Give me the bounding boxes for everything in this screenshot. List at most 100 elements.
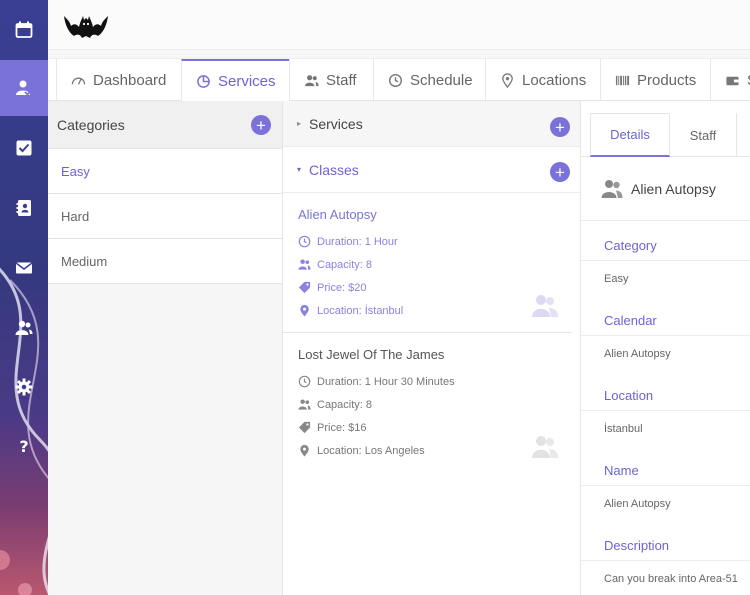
service-location: Location: Los Angeles	[298, 439, 557, 462]
tab-staff-label: Staff	[326, 72, 357, 89]
sidebar-item-calendar[interactable]	[0, 2, 48, 58]
service-price-text: Price: $16	[317, 421, 367, 434]
tab-dashboard[interactable]: Dashboard	[56, 59, 181, 102]
tab-details-label: Details	[610, 127, 650, 142]
add-class-button[interactable]: +	[550, 162, 570, 182]
service-title: Lost Jewel Of The James	[298, 347, 445, 362]
tab-staff[interactable]: Staff	[289, 59, 373, 102]
bat-logo-icon	[64, 16, 108, 38]
gauge-icon	[71, 77, 86, 85]
categories-title: Categories	[57, 116, 125, 133]
category-item[interactable]: Hard	[48, 194, 282, 239]
category-item[interactable]: Medium	[48, 239, 282, 284]
service-capacity: Capacity: 8	[298, 393, 557, 416]
service-card[interactable]: Alien Autopsy Duration: 1 Hour Capacity:…	[283, 193, 572, 333]
tab-services-label: Services	[218, 73, 276, 90]
sidebar: ?	[0, 0, 48, 595]
pin-icon	[502, 73, 513, 88]
tag-icon	[298, 421, 311, 434]
tab-locations[interactable]: Locations	[485, 59, 600, 102]
details-title: Alien Autopsy	[631, 180, 716, 197]
clock-icon	[388, 73, 403, 88]
service-duration-text: Duration: 1 Hour	[317, 235, 398, 248]
group-classes-label: Classes	[309, 161, 359, 178]
user-check-icon	[16, 80, 33, 96]
service-duration-text: Duration: 1 Hour 30 Minutes	[317, 375, 455, 388]
address-book-icon	[16, 200, 31, 216]
users-icon	[298, 259, 311, 270]
tab-schedule[interactable]: Schedule	[373, 59, 485, 102]
calendar-icon	[15, 21, 33, 38]
caret-right-icon: ▸	[297, 119, 302, 128]
tab-staff-details[interactable]: Staff	[670, 113, 736, 157]
category-label: Medium	[61, 253, 108, 269]
staff-placeholder-icon	[532, 436, 558, 458]
details-header: Alien Autopsy	[581, 157, 750, 221]
field-category-value: Easy	[604, 272, 629, 285]
services-panel: ▸ Services + ▾ Classes + Alien Autopsy D…	[283, 101, 581, 595]
tag-icon	[298, 281, 311, 294]
group-classes[interactable]: ▾ Classes +	[283, 147, 580, 193]
service-card[interactable]: Lost Jewel Of The James Duration: 1 Hour…	[283, 333, 572, 473]
service-location: Location: İstanbul	[298, 299, 557, 322]
service-title: Alien Autopsy	[298, 207, 377, 222]
add-service-button[interactable]: +	[550, 117, 570, 137]
checkbox-icon	[16, 140, 32, 156]
tab-products-label: Products	[637, 72, 697, 89]
tab-divider	[736, 113, 737, 157]
tab-details[interactable]: Details	[590, 113, 670, 157]
group-services[interactable]: ▸ Services +	[283, 101, 580, 147]
pin-icon	[300, 444, 309, 457]
top-bar	[48, 0, 750, 50]
service-price: Price: $16	[298, 416, 557, 439]
caret-down-icon: ▾	[297, 165, 302, 174]
field-description-label: Description	[581, 521, 750, 561]
details-tabs: Details Staff	[581, 101, 750, 157]
staff-placeholder-icon	[532, 295, 558, 317]
pin-icon	[300, 304, 309, 317]
tab-schedule-label: Schedule	[410, 72, 473, 89]
category-item[interactable]: Easy	[48, 149, 282, 194]
service-capacity-text: Capacity: 8	[317, 258, 373, 271]
service-location-text: Location: Los Angeles	[317, 444, 425, 457]
service-capacity: Capacity: 8	[298, 253, 557, 276]
tab-staff-details-label: Staff	[689, 127, 717, 143]
service-duration: Duration: 1 Hour	[298, 230, 557, 253]
add-category-button[interactable]: +	[251, 115, 271, 135]
tab-locations-label: Locations	[522, 72, 587, 89]
field-location-label: Location	[581, 371, 750, 411]
field-description-value: Can you break into Area-51	[604, 572, 738, 585]
field-name-label: Name	[581, 446, 750, 486]
service-capacity-text: Capacity: 8	[317, 398, 373, 411]
category-label: Hard	[61, 208, 90, 224]
users-icon	[15, 320, 33, 335]
sidebar-item-contacts[interactable]	[0, 180, 48, 236]
tab-products[interactable]: Products	[600, 59, 710, 102]
clock-icon	[298, 235, 311, 248]
barcode-icon	[615, 75, 630, 86]
tab-settings[interactable]: S	[710, 59, 750, 102]
wallet-icon	[726, 76, 739, 86]
pie-icon	[197, 75, 210, 88]
users-icon	[601, 179, 623, 198]
sidebar-item-messages[interactable]	[0, 240, 48, 296]
categories-panel: Categories + Easy Hard Medium	[48, 101, 283, 595]
envelope-icon	[15, 262, 33, 274]
service-price: Price: $20	[298, 276, 557, 299]
tab-services[interactable]: Services	[181, 59, 289, 102]
categories-header: Categories +	[48, 101, 282, 149]
field-category-label: Category	[581, 221, 750, 261]
users-icon	[304, 75, 319, 87]
sidebar-item-settings[interactable]	[0, 359, 48, 415]
sidebar-item-customers[interactable]	[0, 300, 48, 356]
service-price-text: Price: $20	[317, 281, 367, 294]
field-location-value: İstanbul	[604, 422, 643, 435]
gear-icon	[15, 378, 33, 396]
sidebar-item-help[interactable]: ?	[0, 418, 48, 474]
sidebar-item-tasks[interactable]	[0, 120, 48, 176]
clock-icon	[298, 375, 311, 388]
service-duration: Duration: 1 Hour 30 Minutes	[298, 370, 557, 393]
sidebar-item-services[interactable]	[0, 60, 48, 116]
field-name-value: Alien Autopsy	[604, 497, 671, 510]
svg-text:?: ?	[19, 437, 28, 455]
